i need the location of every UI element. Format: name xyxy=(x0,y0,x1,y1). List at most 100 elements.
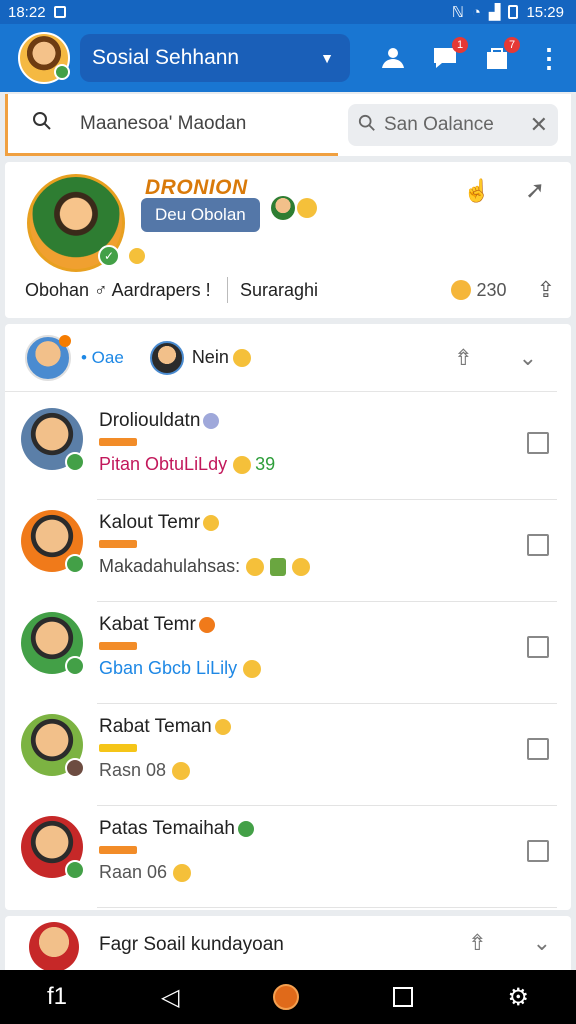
emoji-icon xyxy=(246,557,265,576)
chevron-down-icon: ▼ xyxy=(320,50,334,66)
divider xyxy=(227,277,228,303)
header-name: Nein xyxy=(191,347,229,367)
account-name: Sosial Sehhann xyxy=(92,46,240,69)
friend-subtitle: Makadahulahsas: xyxy=(99,556,311,577)
friend-subtitle: Pitan ObtuLiLdy 39 xyxy=(99,454,275,475)
select-checkbox[interactable] xyxy=(527,738,549,760)
bottom-card: Fagr Soail kundayoan ⇮ ⌄ xyxy=(5,916,571,972)
badge-icon xyxy=(203,515,220,531)
friend-name-text: Kalout Temr xyxy=(99,512,201,533)
search-query: Maanesoa' Maodan xyxy=(80,112,247,134)
badge-icon xyxy=(237,821,254,837)
search-input[interactable]: San Oalance ✕ xyxy=(348,104,558,146)
home-icon[interactable] xyxy=(273,984,300,1010)
profile-avatar[interactable]: ✓ xyxy=(27,174,125,272)
online-status-icon xyxy=(65,554,85,574)
emoji-icon xyxy=(173,863,192,882)
badge-icon xyxy=(203,413,220,429)
reaction-icon[interactable]: ⇮ xyxy=(454,345,472,371)
select-checkbox[interactable] xyxy=(527,432,549,454)
friend-name: Patas Temaihah xyxy=(99,818,254,840)
badge-icon xyxy=(198,617,215,633)
emoji-icon xyxy=(172,761,191,780)
badge-icon xyxy=(214,719,231,735)
status-time-left: 18:22 xyxy=(8,3,46,21)
friend-avatar[interactable] xyxy=(29,922,79,972)
friend-name: Kabat Temr xyxy=(99,614,215,636)
friend-subtitle-text: Makadahulahsas: xyxy=(99,556,241,576)
coin-count: 230 xyxy=(476,279,507,300)
account-selector[interactable]: Sosial Sehhann ▼ xyxy=(80,34,350,82)
friend-avatar[interactable] xyxy=(21,612,85,676)
level-bar xyxy=(99,846,137,854)
search-tab[interactable]: Maanesoa' Maodan xyxy=(8,94,338,156)
people-icon[interactable] xyxy=(378,43,408,73)
friend-subtitle-extra: 39 xyxy=(255,454,276,474)
bottom-card-name: Fagr Soail kundayoan xyxy=(99,934,284,955)
friend-row[interactable]: Patas Temaihah Raan 06 xyxy=(5,804,571,908)
stat-mid: Suraraghi xyxy=(240,279,319,300)
app-bar: Sosial Sehhann ▼ 1 7 ⋮ xyxy=(0,24,576,92)
friend-subtitle: Gban Gbcb LiLily xyxy=(99,658,262,679)
clear-icon[interactable]: ✕ xyxy=(530,112,548,138)
chevron-down-icon[interactable]: ⌄ xyxy=(519,345,537,371)
friend-row[interactable]: Droliouldatn Pitan ObtuLiLdy 39 xyxy=(5,396,571,500)
online-status-icon xyxy=(65,656,85,676)
friend-row[interactable]: Kabat Temr Gban Gbcb LiLily xyxy=(5,600,571,704)
thumb-icon[interactable]: ☝ xyxy=(463,178,490,204)
emoji-icon xyxy=(243,659,262,678)
user-avatar[interactable] xyxy=(18,32,70,84)
more-icon[interactable]: ⋮ xyxy=(534,43,564,73)
search-icon xyxy=(358,114,376,137)
status-time-right: 15:29 xyxy=(526,3,564,21)
online-status-icon xyxy=(65,860,85,880)
chat-icon[interactable]: 1 xyxy=(430,37,468,73)
group-avatar[interactable] xyxy=(25,334,71,381)
friend-subtitle-text: Raan 06 xyxy=(99,862,168,882)
share-icon[interactable]: ⇪ xyxy=(537,277,555,303)
friend-name-text: Droliouldatn xyxy=(99,410,201,431)
notification-icon xyxy=(53,6,66,18)
search-icon xyxy=(32,111,52,137)
profile-pill[interactable]: Deu Obolan xyxy=(141,198,260,232)
notifications-badge: 7 xyxy=(504,37,520,53)
level-bar xyxy=(99,438,137,446)
reaction-icon[interactable]: ⇮ xyxy=(468,930,486,956)
friend-row[interactable]: Kalout Temr Makadahulahsas: xyxy=(5,498,571,602)
chevron-down-icon[interactable]: ⌄ xyxy=(533,930,551,956)
friend-row[interactable]: Rabat Teman Rasn 08 xyxy=(5,702,571,806)
back-icon[interactable]: ◁ xyxy=(161,983,179,1012)
share-arrow-icon[interactable]: ➚ xyxy=(525,176,545,205)
nav-f1-icon[interactable]: f1 xyxy=(47,983,67,1011)
search-placeholder: San Oalance xyxy=(384,114,494,135)
friend-avatar[interactable] xyxy=(21,714,85,778)
friend-avatar xyxy=(271,196,295,220)
emoji-icon xyxy=(232,348,251,367)
friend-avatar[interactable] xyxy=(21,816,85,880)
select-checkbox[interactable] xyxy=(527,840,549,862)
friend-avatar[interactable] xyxy=(149,340,184,375)
recents-icon[interactable] xyxy=(393,987,414,1007)
friend-name: Droliouldatn xyxy=(99,410,220,432)
select-checkbox[interactable] xyxy=(527,636,549,658)
friend-name-text: Kabat Temr xyxy=(99,614,196,635)
coin-icon xyxy=(297,198,317,218)
friend-subtitle-text: Gban Gbcb LiLily xyxy=(99,658,238,678)
online-status-icon xyxy=(65,452,85,472)
friend-avatar[interactable] xyxy=(21,510,85,574)
friend-subtitle: Rasn 08 xyxy=(99,760,191,781)
coin-icon xyxy=(127,246,147,266)
friend-avatar[interactable] xyxy=(21,408,85,472)
coin-icon xyxy=(450,280,471,300)
profile-title: DRONION xyxy=(145,176,248,199)
select-checkbox[interactable] xyxy=(527,534,549,556)
nfc-icon: ℕ xyxy=(451,4,464,21)
online-label: • Oae xyxy=(81,347,124,367)
bag-icon[interactable]: 7 xyxy=(482,37,520,73)
settings-icon[interactable]: ⚙ xyxy=(507,983,529,1012)
profile-card: ✓ DRONION Deu Obolan ☝ ➚ Obohan ♂ Aardra… xyxy=(5,162,571,318)
divider xyxy=(97,907,557,908)
signal-icon: ▟ xyxy=(488,4,501,21)
wifi-icon: ◔ xyxy=(471,3,481,21)
online-status-icon xyxy=(65,758,85,778)
